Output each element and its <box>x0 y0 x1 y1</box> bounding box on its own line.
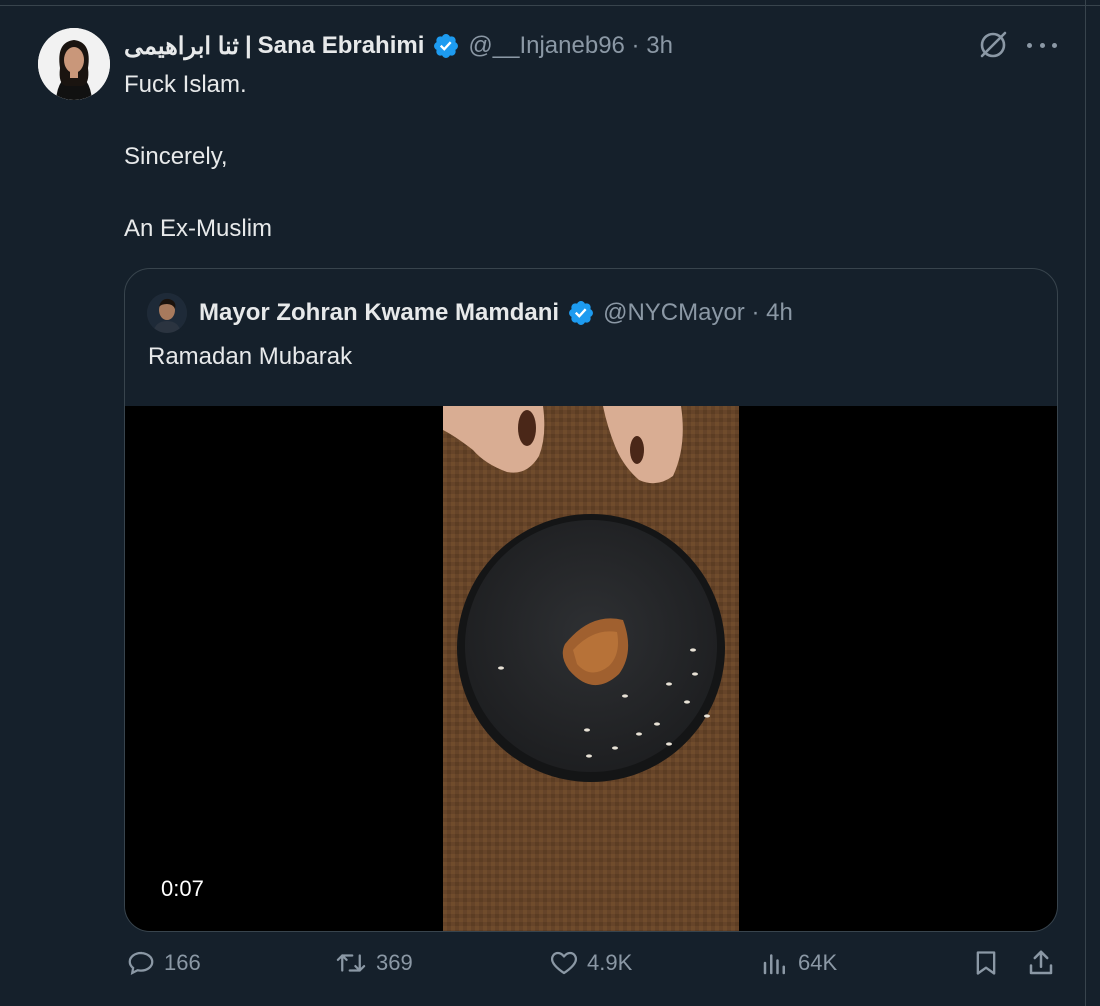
quoted-tweet-time[interactable]: 4h <box>766 299 793 327</box>
bookmark-button[interactable] <box>972 948 1008 978</box>
share-button[interactable] <box>1026 948 1064 978</box>
tweet-text: Fuck Islam. Sincerely, An Ex-Muslim <box>124 70 272 244</box>
quoted-tweet-text: Ramadan Mubarak <box>148 343 353 370</box>
views-button[interactable]: 64K <box>760 948 837 978</box>
quoted-author-avatar[interactable] <box>147 293 187 333</box>
top-divider <box>0 0 1100 6</box>
verified-badge-icon <box>569 301 594 325</box>
view-count: 64K <box>798 950 838 975</box>
quoted-tweet[interactable]: Mayor Zohran Kwame Mamdani @NYCMayor · 4… <box>124 268 1058 932</box>
tweet-text-line: Sincerely, <box>124 143 228 170</box>
analytics-icon <box>763 954 785 975</box>
share-icon <box>1029 950 1053 975</box>
author-avatar[interactable] <box>38 28 110 100</box>
repost-icon <box>336 954 366 972</box>
reply-icon <box>128 951 154 976</box>
repost-button[interactable]: 369 <box>334 948 413 978</box>
like-count: 4.9K <box>587 950 633 975</box>
video-duration: 0:07 <box>161 876 204 901</box>
repost-count: 369 <box>376 950 413 975</box>
quoted-tweet-header: Mayor Zohran Kwame Mamdani @NYCMayor · 4… <box>147 293 793 333</box>
quoted-author-name[interactable]: Mayor Zohran Kwame Mamdani <box>199 299 559 327</box>
bookmark-icon <box>976 951 996 975</box>
like-button[interactable]: 4.9K <box>549 948 632 978</box>
verified-badge-icon <box>434 34 459 58</box>
author-handle[interactable]: @__Injaneb96 <box>468 32 625 60</box>
reply-count: 166 <box>164 950 201 975</box>
video-player[interactable]: 0:07 <box>125 406 1057 931</box>
right-divider <box>1085 0 1086 1006</box>
tweet-text-line: Fuck Islam. <box>124 71 247 98</box>
tweet-actions: 166 369 4.9K 64K <box>0 948 1100 992</box>
heart-icon <box>551 951 577 975</box>
tweet-text-line: An Ex-Muslim <box>124 215 273 242</box>
more-options-icon[interactable] <box>1027 33 1057 57</box>
author-name[interactable]: Sana Ebrahimi <box>258 32 425 60</box>
grok-icon[interactable] <box>976 28 1010 62</box>
author-name-arabic[interactable]: ثنا ابراهیمی <box>124 32 239 61</box>
meta-dot: · <box>624 32 647 59</box>
author-name-separator: | <box>244 32 252 59</box>
tweet-time[interactable]: 3h <box>646 32 673 60</box>
tweet-header: ثنا ابراهیمی | Sana Ebrahimi @__Injaneb9… <box>124 26 673 66</box>
meta-dot: · <box>744 299 767 326</box>
video-thumbnail <box>443 406 739 931</box>
reply-button[interactable]: 166 <box>126 948 201 978</box>
quoted-author-handle[interactable]: @NYCMayor <box>603 299 745 327</box>
